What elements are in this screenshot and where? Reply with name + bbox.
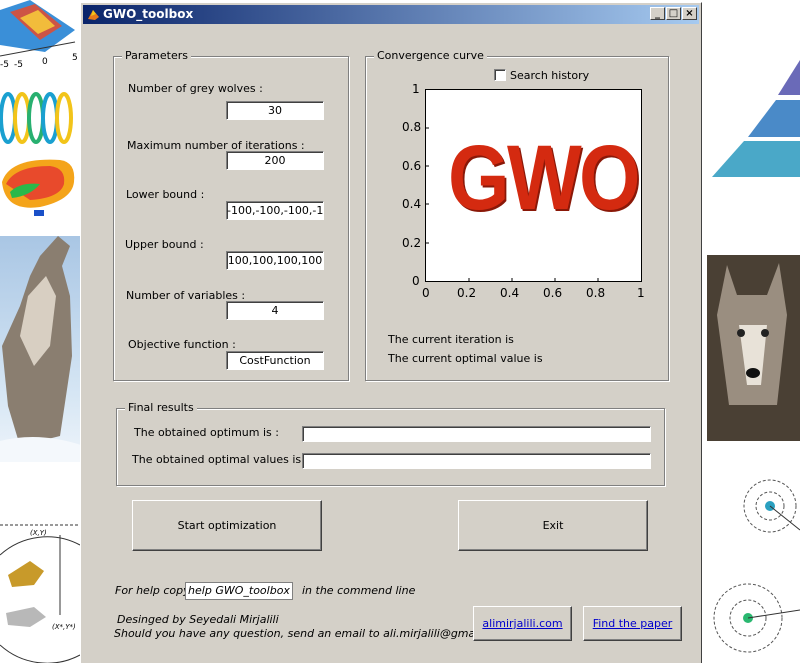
- surface-plot-image: -5 -5 0 5: [0, 0, 80, 70]
- airfoil-image: [0, 152, 80, 222]
- x-tick-label: 0.6: [543, 286, 563, 300]
- start-optimization-button[interactable]: Start optimization: [132, 500, 322, 551]
- lower-bound-input[interactable]: -100,-100,-100,-100: [226, 201, 324, 220]
- x-tick-label: 1: [637, 286, 645, 300]
- help-prefix: For help copy: [115, 584, 190, 597]
- y-tick-label: 0.4: [402, 197, 422, 211]
- gwo-logo: GWO: [448, 127, 641, 229]
- x-tick-label: 0.8: [586, 286, 606, 300]
- optimal-values-label: The obtained optimal values is :: [132, 453, 309, 466]
- email-line: Should you have any question, send an em…: [114, 627, 509, 640]
- axis-label: -5: [0, 60, 9, 70]
- y-tick-label: 1: [412, 82, 420, 96]
- convergence-panel: Convergence curve Search history 1 0.8 0…: [365, 49, 669, 381]
- title-bar[interactable]: GWO_toolbox _ □ ×: [83, 5, 699, 24]
- designer-credit: Desinged by Seyedali Mirjalili: [117, 613, 279, 626]
- x-tick-label: 0.4: [500, 286, 520, 300]
- objective-label: Objective function :: [128, 338, 236, 351]
- diagram-label: (X*,Y*): [52, 623, 76, 631]
- maximize-button[interactable]: □: [666, 7, 681, 20]
- position-diagram-image: [708, 470, 800, 663]
- pyramid-image: [708, 55, 800, 185]
- lower-bound-label: Lower bound :: [126, 188, 205, 201]
- y-tick-label: 0.8: [402, 120, 422, 134]
- convergence-title: Convergence curve: [374, 49, 487, 62]
- x-tick-label: 0.2: [457, 286, 477, 300]
- diagram-label: (X,Y): [30, 529, 47, 537]
- y-tick-label: 0.6: [402, 159, 422, 173]
- axis-label: 0: [42, 57, 48, 67]
- current-iteration-label: The current iteration is: [388, 333, 514, 346]
- search-history-checkbox[interactable]: [494, 69, 506, 81]
- variables-input[interactable]: 4: [226, 301, 324, 320]
- helix-image: [0, 88, 80, 148]
- x-tick-label: 0: [422, 286, 430, 300]
- howling-wolf-image: [0, 236, 84, 462]
- axis-label: 5: [72, 53, 78, 63]
- iterations-input[interactable]: 200: [226, 151, 324, 170]
- final-results-panel: Final results The obtained optimum is : …: [116, 401, 665, 486]
- minimize-button[interactable]: _: [650, 7, 665, 20]
- find-paper-button[interactable]: Find the paper: [583, 606, 682, 641]
- gwo-toolbox-window: GWO_toolbox _ □ × Parameters Number of g…: [80, 2, 702, 663]
- current-value-label: The current optimal value is: [388, 352, 543, 365]
- website-link-button[interactable]: alimirjalili.com: [473, 606, 572, 641]
- parameters-panel: Parameters Number of grey wolves : 30 Ma…: [113, 49, 349, 381]
- optimum-output[interactable]: [302, 426, 651, 442]
- objective-input[interactable]: CostFunction: [226, 351, 324, 370]
- upper-bound-input[interactable]: 100,100,100,100: [226, 251, 324, 270]
- close-button[interactable]: ×: [682, 7, 697, 20]
- wolves-input[interactable]: 30: [226, 101, 324, 120]
- final-results-title: Final results: [125, 401, 197, 414]
- y-tick-label: 0.2: [402, 236, 422, 250]
- window-title: GWO_toolbox: [103, 7, 194, 21]
- matlab-logo-icon: [88, 10, 99, 20]
- plot-area: GWO: [425, 89, 642, 282]
- exit-button[interactable]: Exit: [458, 500, 648, 551]
- wolves-label: Number of grey wolves :: [128, 82, 263, 95]
- axis-label: -5: [14, 60, 23, 70]
- help-suffix: in the commend line: [302, 584, 416, 597]
- search-history-label[interactable]: Search history: [510, 69, 589, 82]
- wolf-diagram-image: (X,Y) (X*,Y*): [0, 495, 80, 663]
- wolf-portrait-image: [707, 255, 800, 441]
- parameters-title: Parameters: [122, 49, 191, 62]
- help-command-field[interactable]: help GWO_toolbox: [185, 582, 293, 600]
- y-tick-label: 0: [412, 274, 420, 288]
- optimum-label: The obtained optimum is :: [134, 426, 279, 439]
- optimal-values-output[interactable]: [302, 453, 651, 469]
- upper-bound-label: Upper bound :: [125, 238, 204, 251]
